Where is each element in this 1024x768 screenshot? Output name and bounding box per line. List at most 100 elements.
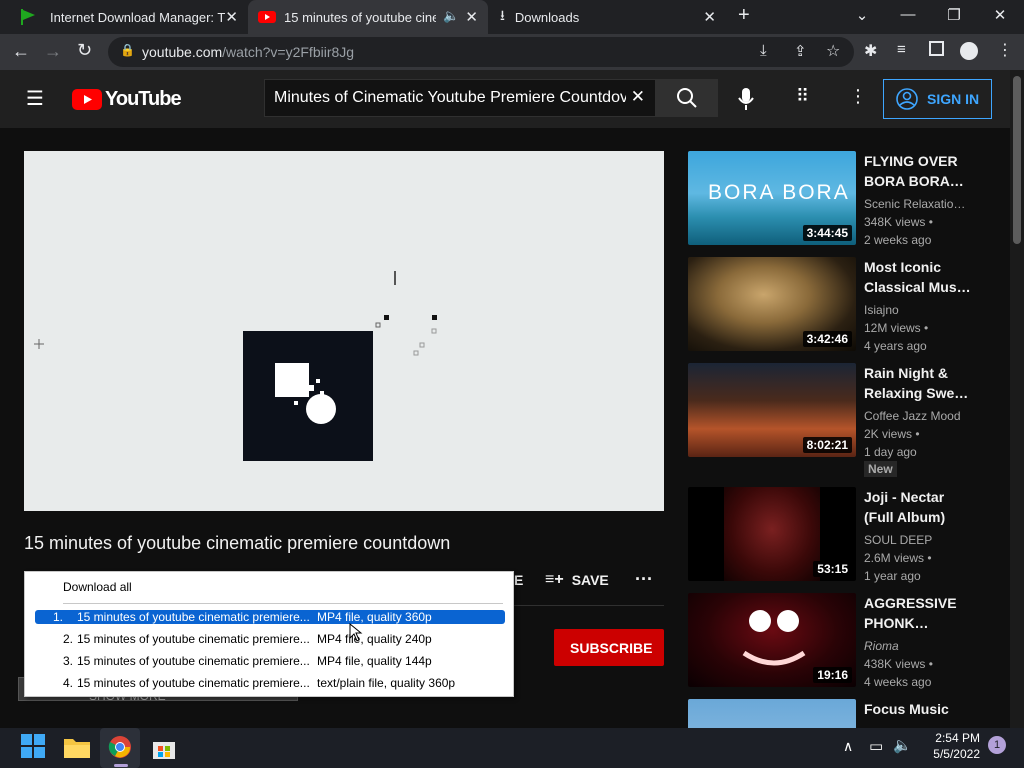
- option-number: 4.: [63, 676, 74, 690]
- video-player[interactable]: [24, 151, 664, 511]
- account-icon: [896, 88, 918, 110]
- video-thumbnail[interactable]: 19:16: [688, 593, 856, 687]
- sign-in-button[interactable]: SIGN IN: [883, 79, 992, 119]
- page-scrollbar[interactable]: [1010, 70, 1024, 728]
- reload-icon[interactable]: ↻: [77, 40, 92, 61]
- media-control-icon[interactable]: ≡: [897, 41, 906, 58]
- windows-start-icon[interactable]: [21, 734, 45, 758]
- chrome-taskbar-button[interactable]: [100, 728, 140, 768]
- recommended-video[interactable]: BORA BORA 3:44:45 FLYING OVER BORA BORA……: [688, 151, 998, 247]
- tab-title: Downloads: [514, 9, 580, 25]
- new-tab-icon[interactable]: +: [738, 4, 750, 27]
- channel-name[interactable]: Scenic Relaxatio…: [864, 195, 965, 213]
- scrollbar-thumb[interactable]: [1013, 76, 1021, 244]
- tab-idm[interactable]: Internet Download Manager: The ✕: [10, 0, 248, 34]
- system-tray-chevron-icon[interactable]: ∧: [843, 738, 853, 755]
- video-title[interactable]: FLYING OVER BORA BORA…: [864, 151, 974, 191]
- more-actions-icon[interactable]: ···: [635, 569, 653, 590]
- close-tab-icon[interactable]: ✕: [703, 8, 716, 26]
- option-format: MP4 file, quality 144p: [317, 654, 432, 668]
- video-title[interactable]: Focus Music: [864, 699, 974, 719]
- file-explorer-icon[interactable]: [64, 736, 90, 758]
- close-window-icon[interactable]: ✕: [990, 6, 1010, 24]
- video-duration: 3:44:45: [802, 225, 852, 241]
- microphone-icon[interactable]: [738, 88, 754, 110]
- youtube-favicon-icon: [258, 11, 276, 23]
- apps-grid-icon[interactable]: ⠿: [796, 86, 809, 107]
- microsoft-store-icon[interactable]: [152, 736, 176, 760]
- share-label-fragment[interactable]: E: [514, 572, 523, 588]
- settings-menu-icon[interactable]: ⋮: [849, 86, 867, 107]
- recommended-video[interactable]: Focus Music: [688, 699, 998, 728]
- forward-icon[interactable]: →: [44, 41, 62, 62]
- sign-in-label: SIGN IN: [927, 91, 980, 107]
- video-thumbnail[interactable]: 8:02:21: [688, 363, 856, 457]
- restore-icon[interactable]: ❐: [944, 6, 964, 24]
- clock-date: 5/5/2022: [933, 747, 980, 761]
- profile-icon[interactable]: [960, 42, 978, 60]
- save-button[interactable]: ≡+ SAVE: [545, 570, 609, 590]
- extensions-icon[interactable]: ✱: [864, 41, 877, 61]
- recommended-video[interactable]: 3:42:46 Most Iconic Classical Mus… Isiaj…: [688, 257, 998, 353]
- search-input[interactable]: Minutes of Cinematic Youtube Premiere Co…: [274, 89, 626, 107]
- side-panel-icon[interactable]: [929, 41, 944, 56]
- channel-name[interactable]: Coffee Jazz Mood: [864, 407, 961, 425]
- video-title[interactable]: Most Iconic Classical Mus…: [864, 257, 974, 297]
- recommended-video[interactable]: 53:15 Joji - Nectar (Full Album) SOUL DE…: [688, 487, 998, 583]
- channel-name[interactable]: SOUL DEEP: [864, 531, 932, 549]
- download-all-item[interactable]: Download all: [35, 580, 505, 594]
- video-thumbnail[interactable]: 53:15: [688, 487, 856, 581]
- back-icon[interactable]: ←: [12, 41, 30, 62]
- download-option-item[interactable]: 2. 15 minutes of youtube cinematic premi…: [35, 632, 505, 646]
- video-thumbnail[interactable]: BORA BORA 3:44:45: [688, 151, 856, 245]
- option-filename: 15 minutes of youtube cinematic premiere…: [77, 676, 310, 690]
- clock[interactable]: 2:54 PM 5/5/2022: [924, 730, 980, 762]
- close-tab-icon[interactable]: ✕: [465, 8, 478, 26]
- recommended-video[interactable]: 8:02:21 Rain Night & Relaxing Swe… Coffe…: [688, 363, 998, 477]
- share-icon[interactable]: ⇪: [794, 42, 807, 60]
- video-thumbnail[interactable]: [688, 699, 856, 728]
- notification-count: 1: [993, 739, 1001, 751]
- channel-name[interactable]: Isiajno: [864, 301, 899, 319]
- video-title[interactable]: AGGRESSIVE PHONK…: [864, 593, 974, 633]
- notification-badge[interactable]: 1: [988, 736, 1006, 754]
- close-tab-icon[interactable]: ✕: [225, 8, 238, 26]
- subscribe-button[interactable]: SUBSCRIBE: [554, 629, 664, 666]
- download-option-item[interactable]: 3. 15 minutes of youtube cinematic premi…: [35, 654, 505, 668]
- recommended-video[interactable]: 19:16 AGGRESSIVE PHONK… Rioma 438K views…: [688, 593, 998, 689]
- chrome-menu-icon[interactable]: ⋮: [997, 40, 1013, 60]
- bookmark-star-icon[interactable]: ☆: [826, 41, 840, 61]
- view-count: 438K views •: [864, 657, 933, 671]
- menu-separator: [63, 603, 503, 604]
- tab-title: 15 minutes of youtube cinem: [284, 9, 436, 25]
- video-title[interactable]: Joji - Nectar (Full Album): [864, 487, 974, 527]
- download-option-item[interactable]: 1. 15 minutes of youtube cinematic premi…: [35, 610, 505, 624]
- video-thumbnail[interactable]: 3:42:46: [688, 257, 856, 351]
- video-title-heading: 15 minutes of youtube cinematic premiere…: [24, 533, 451, 553]
- tab-search-icon[interactable]: ⌄: [852, 6, 872, 24]
- youtube-logo[interactable]: YouTube: [72, 87, 182, 111]
- url-text: youtube.com/watch?v=y2Ffbiir8Jg: [142, 44, 355, 60]
- option-format: MP4 file, quality 360p: [317, 610, 432, 624]
- video-frame-graphic: [34, 271, 437, 461]
- audio-playing-icon[interactable]: 🔈: [443, 8, 459, 24]
- volume-icon[interactable]: 🔈: [893, 736, 912, 754]
- video-duration: 19:16: [813, 667, 852, 683]
- search-button[interactable]: [656, 79, 718, 117]
- tab-youtube-video[interactable]: 15 minutes of youtube cinem 🔈 ✕: [248, 0, 488, 34]
- video-title[interactable]: Rain Night & Relaxing Swe…: [864, 363, 974, 403]
- hamburger-menu-icon[interactable]: ☰: [26, 86, 44, 111]
- video-duration: 8:02:21: [802, 437, 852, 453]
- lock-icon: 🔒: [120, 43, 135, 57]
- address-bar[interactable]: 🔒 youtube.com/watch?v=y2Ffbiir8Jg ⤓ ⇪ ☆: [108, 37, 854, 67]
- clear-search-icon[interactable]: ✕: [631, 87, 645, 107]
- search-box[interactable]: Minutes of Cinematic Youtube Premiere Co…: [264, 79, 656, 117]
- channel-name[interactable]: Rioma: [864, 637, 899, 655]
- network-icon[interactable]: ▭: [869, 737, 883, 755]
- minimize-icon[interactable]: —: [898, 6, 918, 23]
- install-app-icon[interactable]: ⤓: [760, 42, 767, 59]
- upload-age: 2 weeks ago: [864, 233, 932, 247]
- download-option-item[interactable]: 4. 15 minutes of youtube cinematic premi…: [35, 676, 505, 690]
- tab-downloads[interactable]: ⭳ Downloads ✕: [490, 0, 726, 34]
- search-icon: [677, 88, 697, 108]
